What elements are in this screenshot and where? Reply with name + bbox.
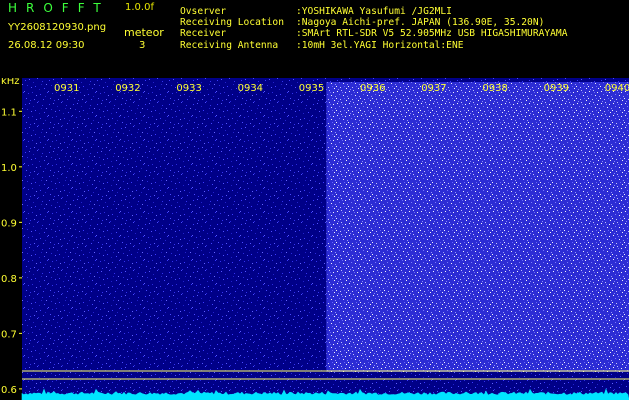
time-label: 0938 bbox=[482, 83, 507, 94]
spectrogram-panel: kHz 0931 0932 0933 0934 0935 0936 0937 0938 0939… bbox=[0, 78, 629, 400]
info-row-observer: Ovserver :YOSHIKAWA Yasufumi /JG2MLI bbox=[180, 6, 567, 17]
header: HROFFT 1.0.0f YY2608120930.png 26.08.12 … bbox=[0, 0, 629, 78]
info-row-location: Receiving Location :Nagoya Aichi-pref. J… bbox=[180, 17, 567, 28]
frequency-label: 0.9 bbox=[1, 218, 17, 229]
frequency-label: 0.7 bbox=[1, 329, 17, 340]
meteor-echo-band bbox=[326, 82, 629, 372]
info-value: :SMArt RTL-SDR V5 52.905MHz USB HIGASHIM… bbox=[296, 28, 568, 40]
time-label: 0939 bbox=[544, 83, 569, 94]
info-label: Ovserver bbox=[180, 6, 227, 17]
app-title: HROFFT bbox=[8, 1, 110, 15]
info-value: :10mH 3el.YAGI Horizontal:ENE bbox=[296, 39, 464, 51]
info-value: :YOSHIKAWA Yasufumi /JG2MLI bbox=[296, 6, 452, 17]
time-label: 0934 bbox=[238, 83, 263, 94]
app-version: 1.0.0f bbox=[125, 2, 154, 13]
info-label: Receiving Location bbox=[180, 17, 284, 29]
frequency-label: 0.8 bbox=[1, 274, 17, 285]
info-row-antenna: Receiving Antenna :10mH 3el.YAGI Horizon… bbox=[180, 40, 567, 51]
info-label: Receiver bbox=[180, 28, 227, 40]
meteor-count: 3 bbox=[139, 40, 146, 51]
frequency-label: 0.6 bbox=[1, 385, 17, 396]
time-label: 0932 bbox=[115, 83, 140, 94]
spectrogram: kHz 0931 0932 0933 0934 0935 0936 0937 0938 0939… bbox=[1, 78, 629, 400]
filename: YY2608120930.png bbox=[8, 22, 107, 33]
time-label: 0936 bbox=[360, 83, 385, 94]
time-label: 0931 bbox=[54, 83, 79, 94]
frequency-label: 1.0 bbox=[1, 163, 17, 174]
unit-label: kHz bbox=[1, 78, 20, 87]
info-value: :Nagoya Aichi-pref. JAPAN (136.90E, 35.2… bbox=[296, 17, 545, 29]
time-label: 0940 bbox=[605, 83, 629, 94]
frequency-label: 1.1 bbox=[1, 107, 17, 118]
station-info: Ovserver :YOSHIKAWA Yasufumi /JG2MLI Rec… bbox=[180, 6, 567, 51]
info-label: Receiving Antenna bbox=[180, 39, 279, 51]
time-label: 0935 bbox=[299, 83, 324, 94]
frequency-axis: 1.1 1.0 0.9 0.8 0.7 0.6 bbox=[1, 107, 22, 396]
meteor-label: meteor bbox=[124, 26, 164, 39]
datetime: 26.08.12 09:30 bbox=[8, 40, 85, 51]
time-label: 0933 bbox=[176, 83, 201, 94]
info-row-receiver: Receiver :SMArt RTL-SDR V5 52.905MHz USB… bbox=[180, 28, 567, 39]
time-label: 0937 bbox=[421, 83, 446, 94]
